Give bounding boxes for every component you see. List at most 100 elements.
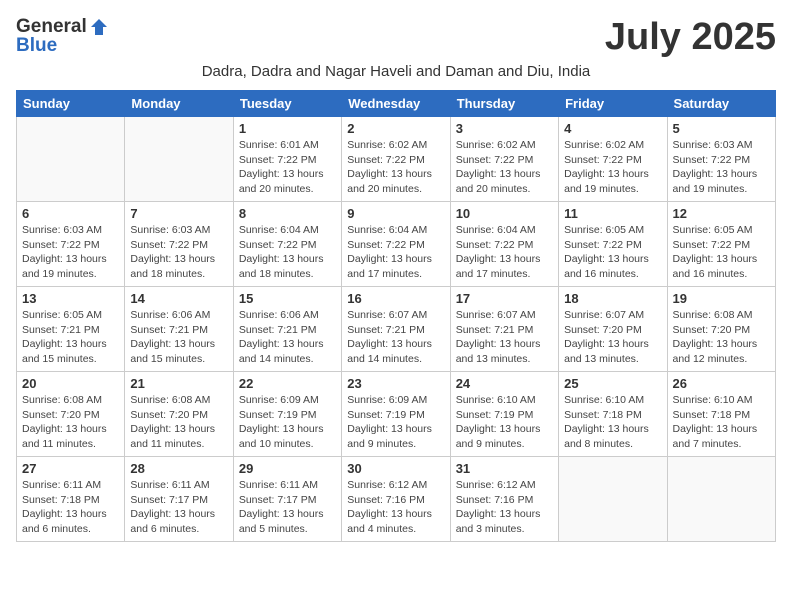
calendar-cell: 5 Sunrise: 6:03 AM Sunset: 7:22 PM Daylig… — [667, 117, 775, 202]
day-number: 1 — [239, 121, 336, 136]
day-number: 18 — [564, 291, 661, 306]
day-info: Sunrise: 6:11 AM Sunset: 7:18 PM Dayligh… — [22, 478, 119, 537]
day-info: Sunrise: 6:08 AM Sunset: 7:20 PM Dayligh… — [673, 308, 770, 367]
calendar-cell: 9 Sunrise: 6:04 AM Sunset: 7:22 PM Daylig… — [342, 202, 450, 287]
page-header: General Blue July 2025 — [16, 16, 776, 59]
calendar-cell: 27 Sunrise: 6:11 AM Sunset: 7:18 PM Dayli… — [17, 457, 125, 542]
day-number: 23 — [347, 376, 444, 391]
day-number: 22 — [239, 376, 336, 391]
day-number: 8 — [239, 206, 336, 221]
weekday-header-saturday: Saturday — [667, 91, 775, 117]
day-info: Sunrise: 6:12 AM Sunset: 7:16 PM Dayligh… — [456, 478, 553, 537]
calendar-cell: 10 Sunrise: 6:04 AM Sunset: 7:22 PM Dayli… — [450, 202, 558, 287]
calendar-cell: 7Sunrise: 6:03 AM Sunset: 7:22 PM Daylig… — [125, 202, 233, 287]
day-info: Sunrise: 6:05 AM Sunset: 7:22 PM Dayligh… — [564, 223, 661, 282]
day-info: Sunrise: 6:07 AM Sunset: 7:21 PM Dayligh… — [456, 308, 553, 367]
day-info: Sunrise: 6:10 AM Sunset: 7:19 PM Dayligh… — [456, 393, 553, 452]
day-number: 13 — [22, 291, 119, 306]
calendar-cell: 30Sunrise: 6:12 AM Sunset: 7:16 PM Dayli… — [342, 457, 450, 542]
calendar-cell: 11 Sunrise: 6:05 AM Sunset: 7:22 PM Dayli… — [559, 202, 667, 287]
day-info: Sunrise: 6:04 AM Sunset: 7:22 PM Dayligh… — [456, 223, 553, 282]
calendar-cell: 26Sunrise: 6:10 AM Sunset: 7:18 PM Dayli… — [667, 372, 775, 457]
day-info: Sunrise: 6:09 AM Sunset: 7:19 PM Dayligh… — [347, 393, 444, 452]
day-number: 21 — [130, 376, 227, 391]
calendar-cell: 20Sunrise: 6:08 AM Sunset: 7:20 PM Dayli… — [17, 372, 125, 457]
calendar-cell: 18 Sunrise: 6:07 AM Sunset: 7:20 PM Dayli… — [559, 287, 667, 372]
calendar-cell: 13 Sunrise: 6:05 AM Sunset: 7:21 PM Dayli… — [17, 287, 125, 372]
day-info: Sunrise: 6:11 AM Sunset: 7:17 PM Dayligh… — [130, 478, 227, 537]
calendar-cell: 17 Sunrise: 6:07 AM Sunset: 7:21 PM Dayli… — [450, 287, 558, 372]
calendar-cell — [125, 117, 233, 202]
calendar-cell: 14Sunrise: 6:06 AM Sunset: 7:21 PM Dayli… — [125, 287, 233, 372]
calendar-cell: 2Sunrise: 6:02 AM Sunset: 7:22 PM Daylig… — [342, 117, 450, 202]
calendar-cell: 12Sunrise: 6:05 AM Sunset: 7:22 PM Dayli… — [667, 202, 775, 287]
calendar-cell — [559, 457, 667, 542]
day-info: Sunrise: 6:01 AM Sunset: 7:22 PM Dayligh… — [239, 138, 336, 197]
day-number: 29 — [239, 461, 336, 476]
calendar-subtitle: Dadra, Dadra and Nagar Haveli and Daman … — [16, 63, 776, 80]
calendar-week-row: 6 Sunrise: 6:03 AM Sunset: 7:22 PM Daylig… — [17, 202, 776, 287]
day-number: 14 — [130, 291, 227, 306]
calendar-cell: 4 Sunrise: 6:02 AM Sunset: 7:22 PM Daylig… — [559, 117, 667, 202]
calendar-cell: 28 Sunrise: 6:11 AM Sunset: 7:17 PM Dayli… — [125, 457, 233, 542]
calendar-week-row: 1 Sunrise: 6:01 AM Sunset: 7:22 PM Daylig… — [17, 117, 776, 202]
day-number: 28 — [130, 461, 227, 476]
day-info: Sunrise: 6:05 AM Sunset: 7:21 PM Dayligh… — [22, 308, 119, 367]
calendar-cell: 16 Sunrise: 6:07 AM Sunset: 7:21 PM Dayli… — [342, 287, 450, 372]
calendar-cell: 6 Sunrise: 6:03 AM Sunset: 7:22 PM Daylig… — [17, 202, 125, 287]
day-info: Sunrise: 6:02 AM Sunset: 7:22 PM Dayligh… — [564, 138, 661, 197]
logo: General Blue — [16, 16, 109, 57]
day-number: 27 — [22, 461, 119, 476]
month-title: July 2025 — [605, 16, 776, 59]
calendar-week-row: 13 Sunrise: 6:05 AM Sunset: 7:21 PM Dayli… — [17, 287, 776, 372]
day-info: Sunrise: 6:08 AM Sunset: 7:20 PM Dayligh… — [130, 393, 227, 452]
day-number: 2 — [347, 121, 444, 136]
calendar-cell: 15 Sunrise: 6:06 AM Sunset: 7:21 PM Dayli… — [233, 287, 341, 372]
logo-icon — [89, 17, 109, 37]
calendar-cell: 23 Sunrise: 6:09 AM Sunset: 7:19 PM Dayli… — [342, 372, 450, 457]
day-number: 19 — [673, 291, 770, 306]
day-info: Sunrise: 6:10 AM Sunset: 7:18 PM Dayligh… — [564, 393, 661, 452]
day-number: 12 — [673, 206, 770, 221]
day-number: 10 — [456, 206, 553, 221]
weekday-header-wednesday: Wednesday — [342, 91, 450, 117]
day-info: Sunrise: 6:03 AM Sunset: 7:22 PM Dayligh… — [22, 223, 119, 282]
day-number: 17 — [456, 291, 553, 306]
calendar-cell: 31Sunrise: 6:12 AM Sunset: 7:16 PM Dayli… — [450, 457, 558, 542]
weekday-header-thursday: Thursday — [450, 91, 558, 117]
day-info: Sunrise: 6:07 AM Sunset: 7:20 PM Dayligh… — [564, 308, 661, 367]
day-number: 3 — [456, 121, 553, 136]
day-info: Sunrise: 6:09 AM Sunset: 7:19 PM Dayligh… — [239, 393, 336, 452]
day-info: Sunrise: 6:04 AM Sunset: 7:22 PM Dayligh… — [347, 223, 444, 282]
calendar-week-row: 20 Sunrise: 6:08 AM Sunset: 7:20 PM Dayli… — [17, 372, 776, 457]
calendar-cell: 3 Sunrise: 6:02 AM Sunset: 7:22 PM Daylig… — [450, 117, 558, 202]
day-info: Sunrise: 6:04 AM Sunset: 7:22 PM Dayligh… — [239, 223, 336, 282]
calendar-cell: 22 Sunrise: 6:09 AM Sunset: 7:19 PM Dayli… — [233, 372, 341, 457]
calendar-cell: 29 Sunrise: 6:11 AM Sunset: 7:17 PM Dayli… — [233, 457, 341, 542]
day-number: 6 — [22, 206, 119, 221]
day-number: 20 — [22, 376, 119, 391]
day-info: Sunrise: 6:03 AM Sunset: 7:22 PM Dayligh… — [673, 138, 770, 197]
day-number: 24 — [456, 376, 553, 391]
day-number: 5 — [673, 121, 770, 136]
calendar-cell — [667, 457, 775, 542]
day-info: Sunrise: 6:02 AM Sunset: 7:22 PM Dayligh… — [456, 138, 553, 197]
calendar-cell: 19 Sunrise: 6:08 AM Sunset: 7:20 PM Dayli… — [667, 287, 775, 372]
calendar-cell: 21 Sunrise: 6:08 AM Sunset: 7:20 PM Dayli… — [125, 372, 233, 457]
day-info: Sunrise: 6:07 AM Sunset: 7:21 PM Dayligh… — [347, 308, 444, 367]
weekday-header-tuesday: Tuesday — [233, 91, 341, 117]
calendar-cell: 24 Sunrise: 6:10 AM Sunset: 7:19 PM Dayli… — [450, 372, 558, 457]
day-number: 9 — [347, 206, 444, 221]
day-number: 30 — [347, 461, 444, 476]
calendar-cell — [17, 117, 125, 202]
day-number: 16 — [347, 291, 444, 306]
weekday-header-sunday: Sunday — [17, 91, 125, 117]
day-info: Sunrise: 6:06 AM Sunset: 7:21 PM Dayligh… — [239, 308, 336, 367]
calendar-table: SundayMondayTuesdayWednesdayThursdayFrid… — [16, 90, 776, 542]
day-info: Sunrise: 6:03 AM Sunset: 7:22 PM Dayligh… — [130, 223, 227, 282]
weekday-header-monday: Monday — [125, 91, 233, 117]
day-info: Sunrise: 6:11 AM Sunset: 7:17 PM Dayligh… — [239, 478, 336, 537]
day-number: 15 — [239, 291, 336, 306]
day-number: 11 — [564, 206, 661, 221]
day-number: 4 — [564, 121, 661, 136]
